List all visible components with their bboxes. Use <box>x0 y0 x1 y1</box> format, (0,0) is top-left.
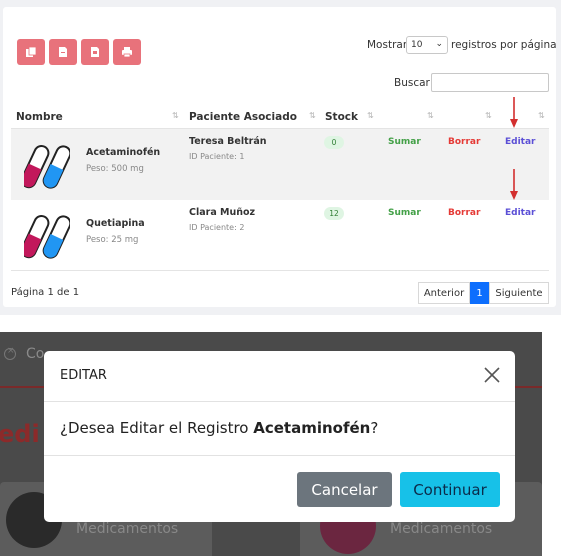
continue-button[interactable]: Continuar <box>400 472 500 507</box>
copy-icon <box>26 46 37 57</box>
close-icon[interactable] <box>482 365 502 385</box>
sort-icon: ⇅ <box>427 111 434 120</box>
print-button[interactable] <box>113 39 141 65</box>
pagination-page-label: 1 <box>476 287 483 299</box>
editar-button[interactable]: Editar <box>505 137 536 147</box>
search-input[interactable] <box>431 73 549 92</box>
pagination-page-1[interactable]: 1 <box>470 282 489 304</box>
background-tile-label: Medicamentos <box>76 521 179 537</box>
patient-id: ID Paciente: 2 <box>189 223 245 232</box>
modal-header-divider <box>44 401 515 402</box>
background-tile-label: Medicamentos <box>390 521 493 537</box>
modal-footer-divider <box>44 455 515 456</box>
annotation-arrow-icon <box>510 97 518 128</box>
pill-icon <box>24 214 70 259</box>
pagination-next[interactable]: Siguiente <box>489 282 549 304</box>
background-page-title: edi <box>0 420 40 448</box>
chevron-down-icon: ⌄ <box>435 39 443 49</box>
modal-message-item: Acetaminofén <box>253 419 371 437</box>
pagination-prev[interactable]: Anterior <box>418 282 470 304</box>
pill-icon <box>24 144 70 189</box>
sumar-button[interactable]: Sumar <box>388 208 421 218</box>
sumar-button[interactable]: Sumar <box>388 137 421 147</box>
table-row: Acetaminofén Peso: 500 mg Teresa Beltrán… <box>11 129 549 200</box>
modal-overlay: Co... edi Medicamentos Medicamentos EDIT… <box>0 332 542 556</box>
sort-icon: ⇅ <box>538 111 545 120</box>
search-label: Buscar <box>394 77 430 89</box>
patient-id: ID Paciente: 1 <box>189 152 245 161</box>
modal-title: EDITAR <box>60 368 107 383</box>
pagination-info: Página 1 de 1 <box>11 287 80 298</box>
pagination-prev-label: Anterior <box>423 287 465 299</box>
sort-icon: ⇅ <box>485 111 492 120</box>
edit-confirm-dialog: EDITAR ¿Desea Editar el Registro Acetami… <box>44 351 515 522</box>
excel-icon <box>91 47 99 57</box>
sort-icon: ⇅ <box>309 111 316 120</box>
stock-badge: 12 <box>324 207 344 220</box>
stock-badge: 0 <box>324 136 344 149</box>
csv-icon <box>59 47 67 57</box>
sort-icon: ⇅ <box>367 111 374 120</box>
excel-button[interactable] <box>81 39 109 65</box>
column-header-nombre[interactable]: Nombre <box>16 111 63 123</box>
csv-button[interactable] <box>49 39 77 65</box>
copy-button[interactable] <box>17 39 45 65</box>
length-select-value: 10 <box>411 40 423 50</box>
table-panel: Mostrar 10 ⌄ registros por página Buscar… <box>0 0 561 315</box>
patient-name: Clara Muñoz <box>189 207 256 218</box>
medication-name: Acetaminofén <box>86 147 161 158</box>
close-circle-icon <box>4 346 16 360</box>
annotation-arrow-icon <box>510 169 518 200</box>
modal-message-prefix: ¿Desea Editar el Registro <box>60 419 254 437</box>
print-icon <box>122 47 132 58</box>
modal-message: ¿Desea Editar el Registro Acetaminofén? <box>60 419 378 437</box>
column-header-paciente[interactable]: Paciente Asociado <box>189 111 297 123</box>
borrar-button[interactable]: Borrar <box>448 208 480 218</box>
patient-name: Teresa Beltrán <box>189 136 267 147</box>
modal-message-suffix: ? <box>370 419 379 437</box>
medication-name: Quetiapina <box>86 218 145 229</box>
medication-dose: Peso: 25 mg <box>86 235 139 245</box>
length-menu-suffix: registros por página <box>451 39 557 51</box>
length-menu-prefix: Mostrar <box>367 39 408 51</box>
column-header-stock[interactable]: Stock <box>325 111 358 123</box>
length-select[interactable]: 10 ⌄ <box>406 36 448 54</box>
borrar-button[interactable]: Borrar <box>448 137 480 147</box>
cancel-button[interactable]: Cancelar <box>297 472 392 507</box>
editar-button[interactable]: Editar <box>505 208 536 218</box>
medication-dose: Peso: 500 mg <box>86 164 144 174</box>
pagination-next-label: Siguiente <box>495 287 543 299</box>
sort-icon: ⇅ <box>172 111 179 120</box>
table-row: Quetiapina Peso: 25 mg Clara Muñoz ID Pa… <box>11 201 549 271</box>
